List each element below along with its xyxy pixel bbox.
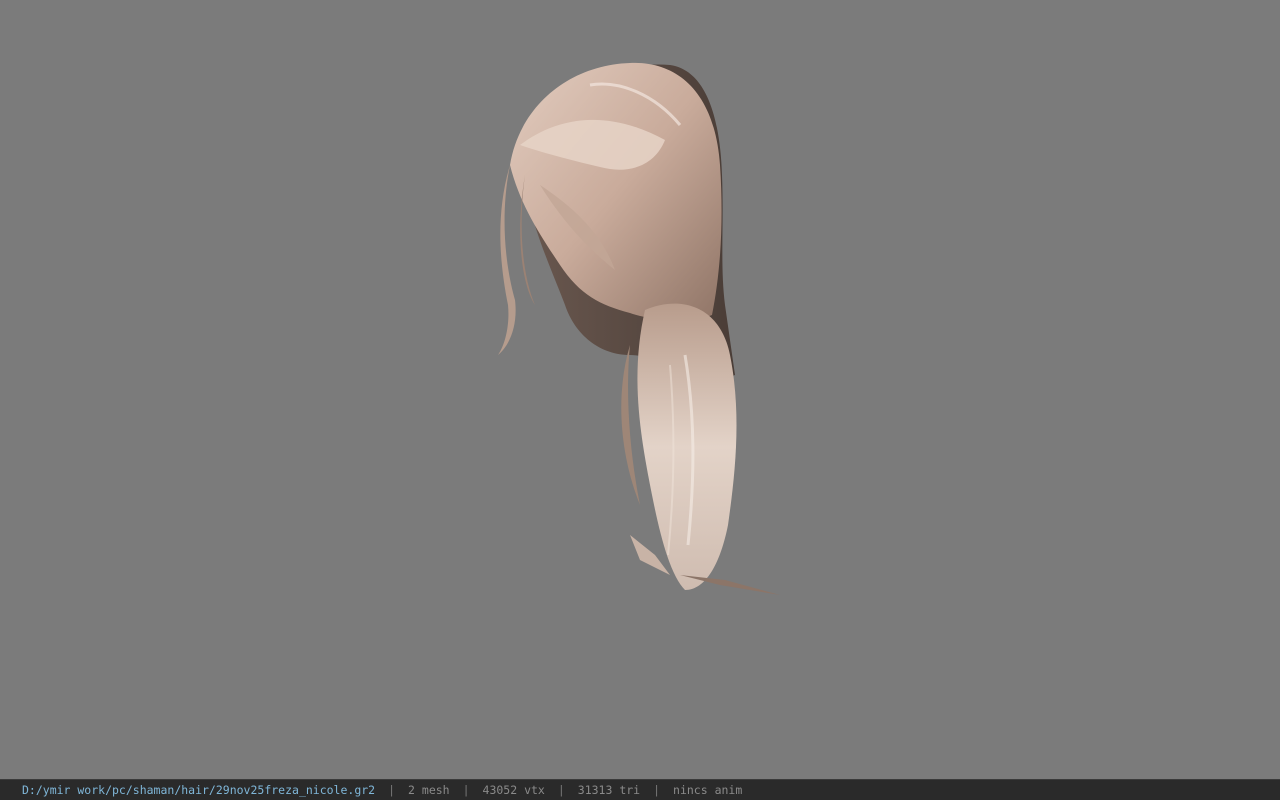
separator: | bbox=[388, 783, 396, 797]
vertex-count: 43052 vtx bbox=[482, 783, 545, 797]
mesh-count: 2 mesh bbox=[408, 783, 450, 797]
triangle-count: 31313 tri bbox=[577, 783, 641, 797]
separator: | bbox=[462, 783, 470, 797]
status-bar: D:/ymir work/pc/shaman/hair/29nov25freza… bbox=[0, 779, 1280, 800]
separator: | bbox=[557, 783, 565, 797]
animation-status: nincs anim bbox=[673, 783, 743, 797]
3d-viewport[interactable] bbox=[0, 0, 1280, 779]
separator: | bbox=[653, 783, 661, 797]
hair-model-render[interactable] bbox=[480, 55, 800, 615]
file-path: D:/ymir work/pc/shaman/hair/29nov25freza… bbox=[22, 783, 376, 797]
